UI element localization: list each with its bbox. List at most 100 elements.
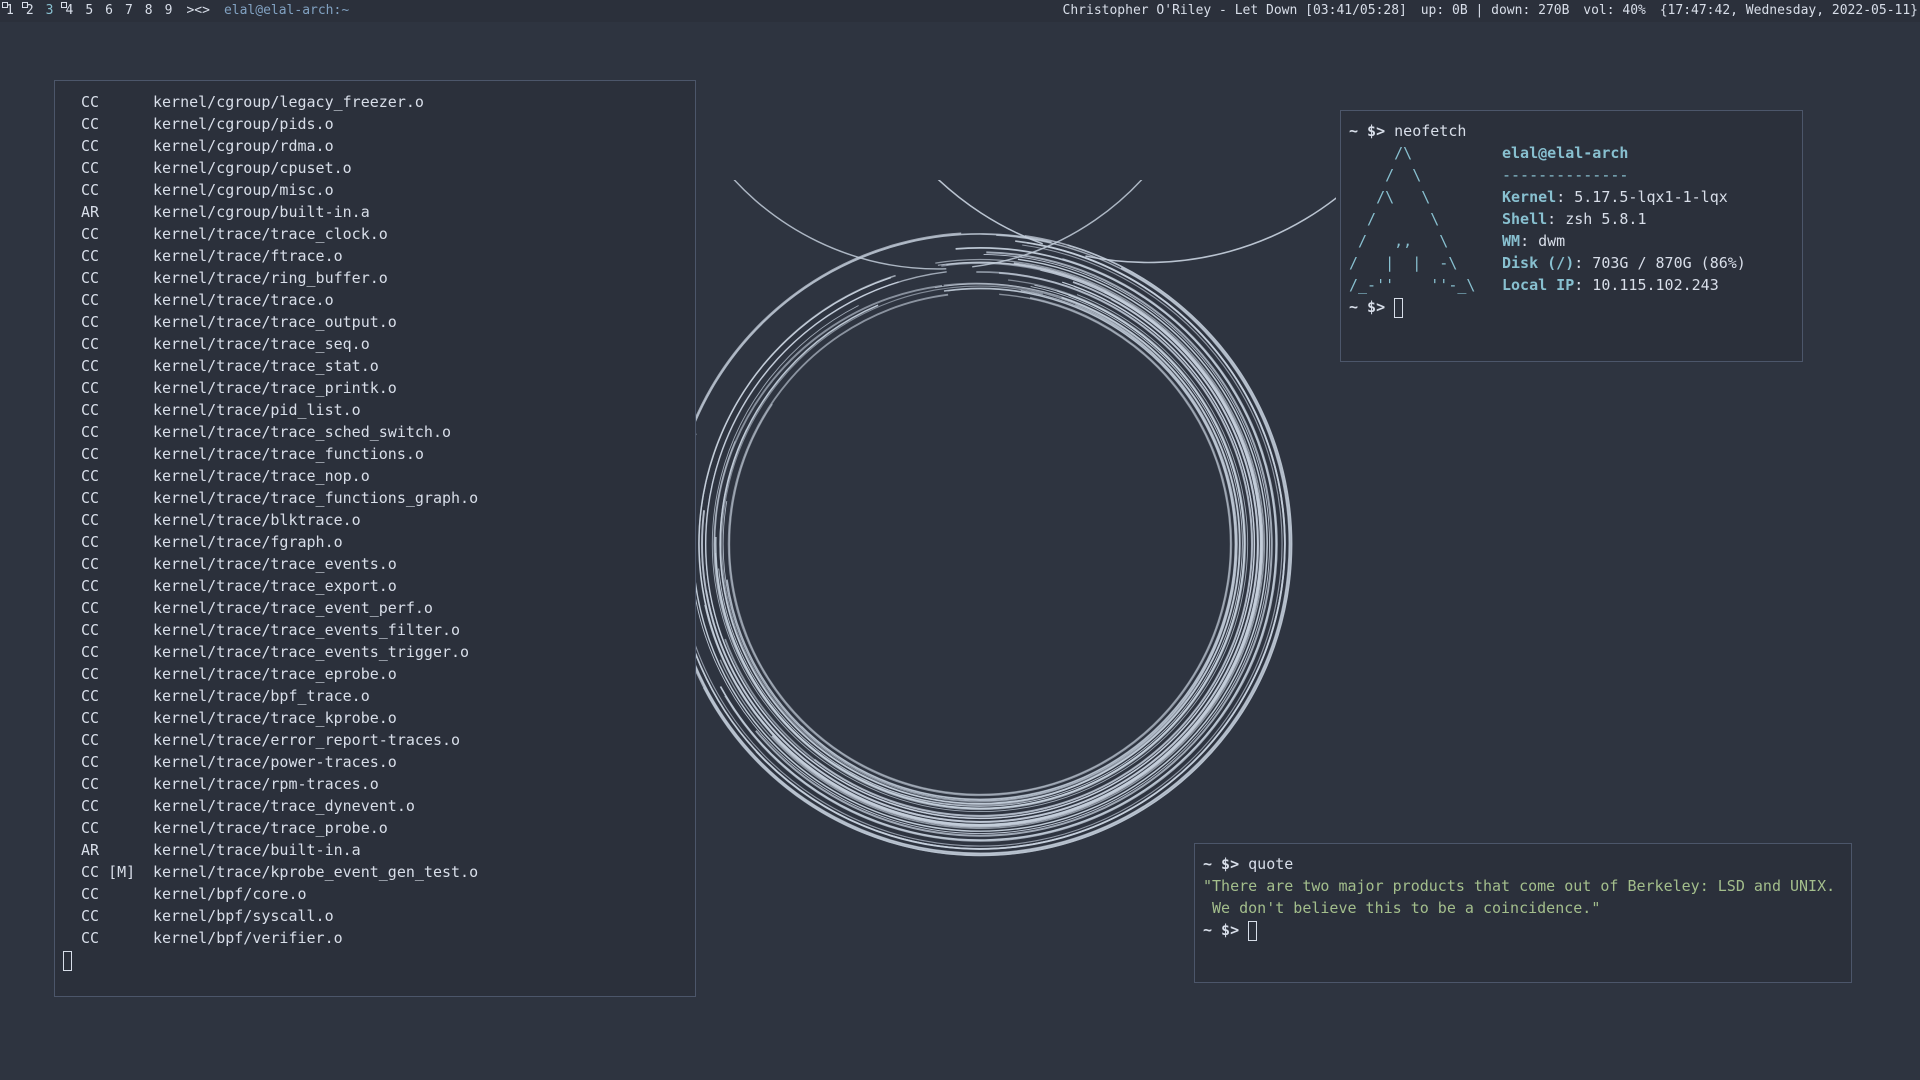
build-line: CC kernel/trace/trace_eprobe.o [81, 663, 695, 685]
build-action: CC [81, 753, 100, 771]
build-object-path: kernel/trace/trace_sched_switch.o [153, 423, 452, 441]
build-action: CC [81, 291, 100, 309]
build-action: CC [81, 621, 100, 639]
build-object-path: kernel/trace/blktrace.o [153, 511, 361, 529]
info-value: : zsh 5.8.1 [1547, 210, 1647, 228]
tag-6[interactable]: 6 [99, 0, 119, 22]
tag-4[interactable]: 4 [59, 0, 79, 22]
build-line: CC kernel/trace/trace_kprobe.o [81, 707, 695, 729]
build-action: CC [81, 269, 100, 287]
build-object-path: kernel/cgroup/legacy_freezer.o [153, 93, 424, 111]
build-line: CC kernel/trace/fgraph.o [81, 531, 695, 553]
build-line: CC kernel/trace/trace_output.o [81, 311, 695, 333]
command: neofetch [1394, 122, 1467, 140]
build-action: CC [81, 819, 100, 837]
build-object-path: kernel/cgroup/built-in.a [153, 203, 370, 221]
info-value: : 703G / 870G (86%) [1574, 254, 1746, 272]
build-object-path: kernel/bpf/verifier.o [153, 929, 343, 947]
build-object-path: kernel/trace/trace_functions.o [153, 445, 424, 463]
build-action: CC [81, 929, 100, 947]
user-host: elal@elal-arch [1502, 144, 1629, 162]
tag-1[interactable]: 1 [0, 0, 20, 22]
command: quote [1248, 855, 1294, 873]
build-object-path: kernel/trace/error_report-traces.o [153, 731, 461, 749]
build-action: CC [81, 687, 100, 705]
build-action: CC [81, 335, 100, 353]
prompt-line: ~ $> quote [1203, 853, 1843, 875]
info-row: Kernel: 5.17.5-lqx1-1-lqx [1502, 186, 1746, 208]
build-object-path: kernel/trace/bpf_trace.o [153, 687, 370, 705]
build-action: CC [81, 643, 100, 661]
prompt: ~ $> [1203, 855, 1240, 873]
build-object-path: kernel/trace/trace_events_filter.o [153, 621, 461, 639]
build-object-path: kernel/trace/rpm-traces.o [153, 775, 379, 793]
ring-arc [698, 276, 1262, 826]
build-output: CC kernel/cgroup/legacy_freezer.o CC kernel… [81, 91, 695, 949]
quote-terminal[interactable]: ~ $> quote "There are two major products… [1194, 843, 1852, 983]
info-row: Disk (/): 703G / 870G (86%) [1502, 252, 1746, 274]
build-action: AR [81, 203, 100, 221]
info-key: Local IP [1502, 276, 1575, 294]
tag-8[interactable]: 8 [139, 0, 159, 22]
tag-list: 1 2 3 4 5 6 7 8 9 ><> elal@elal-arch:~ [0, 0, 349, 22]
build-line: CC kernel/bpf/verifier.o [81, 927, 695, 949]
build-action: CC [81, 93, 100, 111]
ascii-art-line: /\ \ [1349, 188, 1431, 206]
build-line: CC kernel/trace/trace_events_filter.o [81, 619, 695, 641]
build-line: CC kernel/trace/blktrace.o [81, 509, 695, 531]
build-action: CC [81, 731, 100, 749]
build-action: CC [81, 379, 100, 397]
build-object-path: kernel/cgroup/misc.o [153, 181, 334, 199]
build-object-path: kernel/trace/fgraph.o [153, 533, 343, 551]
build-object-path: kernel/trace/trace_eprobe.o [153, 665, 397, 683]
build-action: CC [81, 489, 100, 507]
build-action: CC [81, 115, 100, 133]
build-line: CC kernel/trace/trace.o [81, 289, 695, 311]
prompt: ~ $> [1349, 298, 1386, 316]
build-object-path: kernel/trace/trace_event_perf.o [153, 599, 433, 617]
build-action: CC [81, 511, 100, 529]
build-line: AR kernel/trace/built-in.a [81, 839, 695, 861]
build-line: CC kernel/trace/trace_clock.o [81, 223, 695, 245]
build-object-path: kernel/trace/trace_events.o [153, 555, 397, 573]
info-value: : dwm [1520, 232, 1566, 250]
build-action: CC [M] [81, 863, 136, 881]
build-object-path: kernel/trace/trace.o [153, 291, 334, 309]
build-object-path: kernel/trace/trace_stat.o [153, 357, 379, 375]
build-terminal[interactable]: CC kernel/cgroup/legacy_freezer.o CC kernel… [54, 80, 696, 997]
build-line: CC kernel/trace/trace_events_trigger.o [81, 641, 695, 663]
tag-7[interactable]: 7 [119, 0, 139, 22]
tag-3[interactable]: 3 [40, 0, 60, 22]
build-object-path: kernel/trace/built-in.a [153, 841, 361, 859]
info-key: Kernel [1502, 188, 1557, 206]
volume-status: vol: 40% [1583, 3, 1646, 18]
ring-arc [937, 180, 1336, 264]
ring-arc [728, 293, 1232, 795]
build-action: CC [81, 159, 100, 177]
build-action: CC [81, 401, 100, 419]
tag-2[interactable]: 2 [20, 0, 40, 22]
build-action: AR [81, 841, 100, 859]
build-line: CC kernel/trace/trace_sched_switch.o [81, 421, 695, 443]
build-line: CC kernel/cgroup/legacy_freezer.o [81, 91, 695, 113]
info-key: WM [1502, 232, 1521, 250]
build-line: CC kernel/cgroup/cpuset.o [81, 157, 695, 179]
build-action: CC [81, 907, 100, 925]
tag-5[interactable]: 5 [79, 0, 99, 22]
ascii-art-line: /_-'' ''-_\ [1349, 276, 1476, 294]
build-line: CC kernel/trace/error_report-traces.o [81, 729, 695, 751]
build-action: CC [81, 357, 100, 375]
layout-indicator[interactable]: ><> [178, 0, 217, 22]
tag-9[interactable]: 9 [159, 0, 179, 22]
prompt: ~ $> [1203, 921, 1240, 939]
build-line: CC kernel/trace/trace_functions.o [81, 443, 695, 465]
build-object-path: kernel/trace/ring_buffer.o [153, 269, 388, 287]
build-action: CC [81, 423, 100, 441]
terminal-cursor [1248, 920, 1258, 941]
build-line: CC kernel/trace/rpm-traces.o [81, 773, 695, 795]
neofetch-terminal[interactable]: ~ $> neofetch /\ / \ /\ \ / \ / ,, \ / | … [1340, 110, 1803, 362]
build-action: CC [81, 797, 100, 815]
build-action: CC [81, 313, 100, 331]
build-object-path: kernel/trace/trace_probe.o [153, 819, 388, 837]
build-line: CC kernel/trace/ftrace.o [81, 245, 695, 267]
